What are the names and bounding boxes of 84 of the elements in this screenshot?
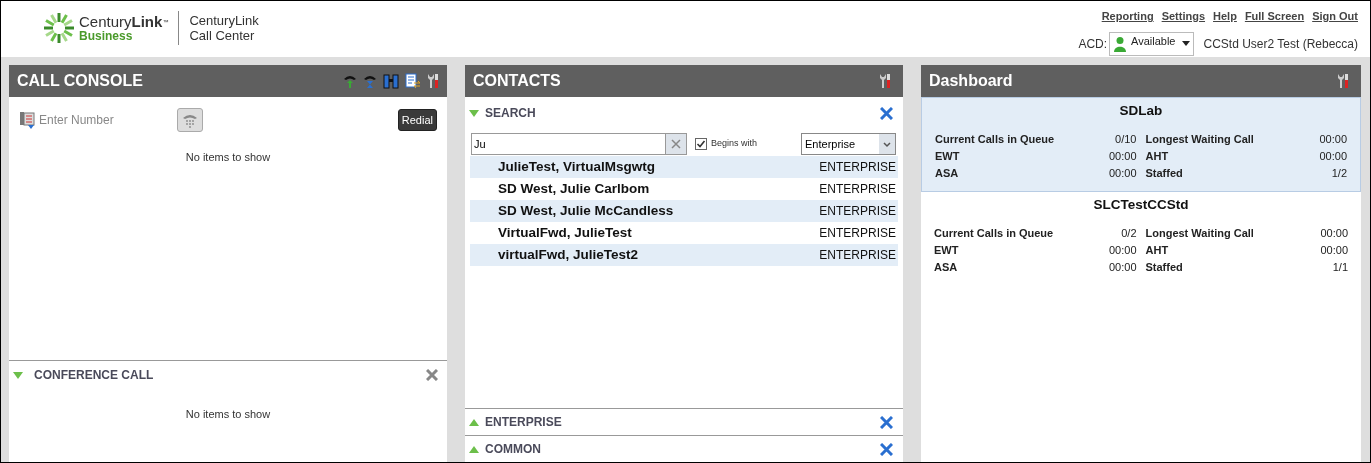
contact-type: ENTERPRISE — [819, 159, 896, 176]
contact-type: ENTERPRISE — [819, 203, 896, 220]
checkbox-label: Begins with — [711, 137, 758, 151]
stat-value: 00:00 — [1108, 242, 1137, 258]
contact-type: ENTERPRISE — [819, 225, 896, 242]
contact-row[interactable]: virtualFwd, JulieTest2 ENTERPRISE — [470, 244, 898, 266]
acd-status-dropdown[interactable]: Available — [1109, 31, 1194, 56]
stat-label: ASA — [935, 165, 959, 181]
directory-dropdown[interactable]: Enterprise — [801, 133, 896, 155]
close-icon[interactable] — [880, 106, 893, 120]
stat-label: AHT — [1145, 148, 1169, 164]
stat-value: 00:00 — [1108, 165, 1137, 181]
stat-value: 1/2 — [1331, 165, 1347, 181]
person-icon — [1113, 35, 1128, 52]
queue-name: SLCTestCCStd — [1092, 196, 1190, 215]
caret-icon — [879, 134, 895, 154]
contact-row[interactable]: SD West, Julie McCandless ENTERPRISE — [470, 200, 898, 222]
tools-icon[interactable] — [1337, 73, 1349, 89]
section-title: COMMON — [485, 441, 541, 458]
close-icon[interactable] — [880, 415, 893, 429]
stat-label: Staffed — [1145, 165, 1183, 181]
close-icon[interactable] — [426, 369, 438, 381]
caret-icon — [1181, 41, 1190, 46]
tools-icon[interactable] — [427, 73, 439, 89]
stat-label: Current Calls in Queue — [935, 131, 1055, 147]
acd-label: ACD: — [1078, 35, 1108, 53]
stat-label: AHT — [1145, 242, 1169, 258]
stat-value: 00:00 — [1108, 259, 1137, 275]
header-link[interactable]: Settings — [1161, 8, 1206, 25]
binoculars-icon[interactable] — [383, 73, 399, 89]
panel-title: CALL CONSOLE — [17, 71, 143, 91]
product-name: CenturyLink — [189, 13, 259, 28]
stat-value: 00:00 — [1108, 148, 1137, 164]
redial-button[interactable]: Redial — [397, 109, 437, 131]
stat-label: Longest Waiting Call — [1145, 225, 1254, 241]
section-title: CONFERENCE CALL — [34, 367, 154, 384]
header-link[interactable]: Sign Out — [1312, 8, 1358, 25]
contact-row[interactable]: JulieTest, VirtualMsgwtg ENTERPRISE — [470, 156, 898, 178]
dial-button[interactable] — [177, 108, 203, 132]
contact-name: SD West, Julie Carlbom — [498, 179, 650, 198]
stat-label: ASA — [934, 259, 958, 275]
number-input-field[interactable]: Enter Number — [39, 111, 159, 129]
section-title: ENTERPRISE — [485, 414, 562, 431]
panel-title: Dashboard — [929, 71, 1013, 91]
stat-label: EWT — [934, 242, 959, 258]
brand-subtitle: Business — [79, 30, 134, 42]
phone-up-arrow-icon[interactable] — [343, 73, 357, 89]
clear-icon[interactable] — [665, 133, 687, 155]
directory-phone-icon[interactable] — [19, 111, 35, 129]
user-name: CCStd User2 Test (Rebecca) — [1203, 35, 1358, 53]
empty-message: No items to show — [184, 407, 272, 422]
queue-name: SDLab — [1118, 102, 1164, 120]
stat-value: 00:00 — [1319, 148, 1347, 164]
header-link[interactable]: Help — [1213, 8, 1237, 25]
section-title: SEARCH — [485, 105, 536, 122]
tools-icon[interactable] — [879, 73, 891, 89]
header-link[interactable]: Reporting — [1101, 8, 1154, 25]
stat-value: 0/10 — [1115, 131, 1137, 147]
empty-message: No items to show — [184, 150, 272, 165]
close-icon[interactable] — [880, 442, 893, 456]
stat-value: 00:00 — [1320, 225, 1348, 241]
contact-name: JulieTest, VirtualMsgwtg — [498, 157, 656, 176]
contact-name: virtualFwd, JulieTest2 — [498, 245, 639, 264]
stat-value: 00:00 — [1319, 131, 1347, 147]
keypad-phone-icon — [182, 112, 198, 128]
product-name: Call Center — [189, 28, 256, 43]
header-link[interactable]: Full Screen — [1244, 8, 1305, 25]
phone-hourglass-icon[interactable] — [363, 73, 377, 89]
stat-value: 1/1 — [1332, 259, 1348, 275]
search-input-field[interactable]: Ju — [471, 133, 665, 155]
contact-name: SD West, Julie McCandless — [498, 201, 674, 220]
panel-title: CONTACTS — [473, 71, 561, 91]
stat-label: Longest Waiting Call — [1145, 131, 1254, 147]
transfer-list-icon[interactable] — [405, 73, 421, 89]
contact-type: ENTERPRISE — [819, 247, 896, 264]
contact-name: VirtualFwd, JulieTest — [498, 223, 632, 242]
stat-label: EWT — [935, 148, 960, 164]
stat-value: 00:00 — [1320, 242, 1348, 258]
contact-type: ENTERPRISE — [819, 181, 896, 198]
checkbox[interactable] — [695, 138, 707, 150]
stat-label: Staffed — [1145, 259, 1183, 275]
sunburst-logo-icon — [43, 12, 75, 44]
stat-label: Current Calls in Queue — [934, 225, 1054, 241]
stat-value: 0/2 — [1121, 225, 1137, 241]
